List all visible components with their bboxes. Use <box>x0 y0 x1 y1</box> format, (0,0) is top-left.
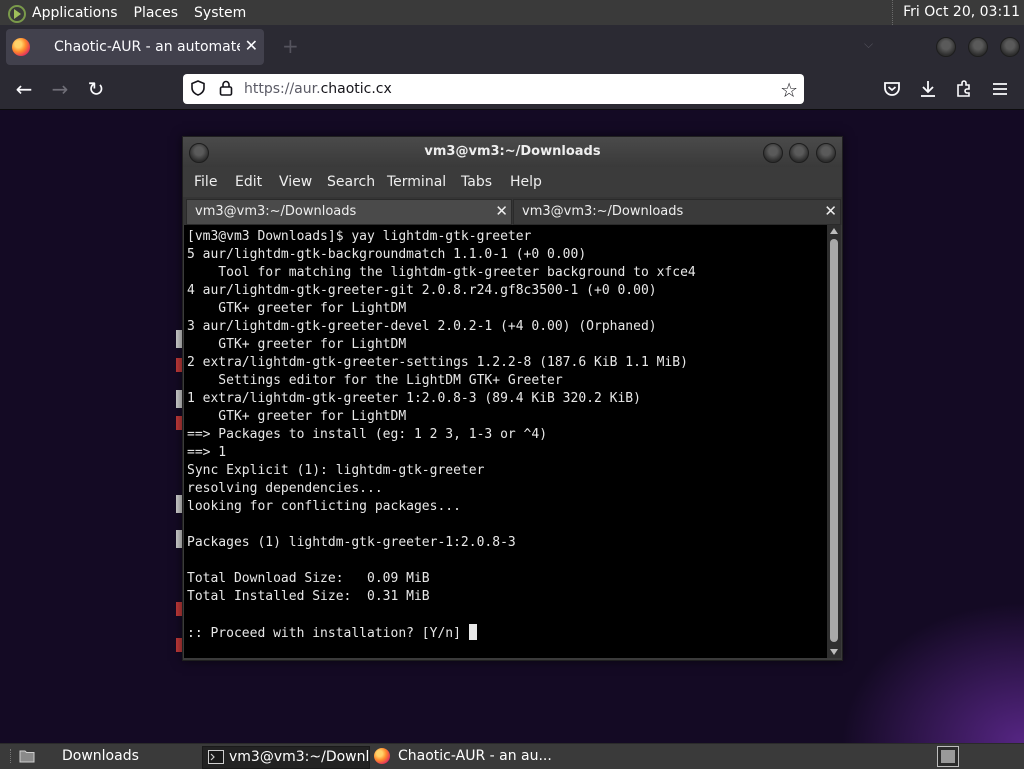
terminal-tab-1[interactable]: vm3@vm3:~/Downloads ✕ <box>186 199 512 225</box>
bookmark-star-icon[interactable]: ☆ <box>780 78 798 102</box>
minimize-button[interactable] <box>763 143 783 163</box>
show-desktop-button[interactable] <box>0 749 11 763</box>
terminal-line: Sync Explicit (1): lightdm-gtk-greeter <box>187 463 485 478</box>
terminal-line: Total Installed Size: 0.31 MiB <box>187 589 430 604</box>
terminal-tab-2[interactable]: vm3@vm3:~/Downloads ✕ <box>513 199 841 225</box>
terminal-scrollbar[interactable] <box>827 225 841 658</box>
folder-icon <box>19 750 35 763</box>
taskbar-item-label: vm3@vm3:~/Downl... <box>229 749 370 765</box>
browser-nav-bar: ← → ↻ https://aur.chaotic.cx ☆ <box>0 69 1024 110</box>
clock[interactable]: Fri Oct 20, 03:11 <box>892 0 1020 25</box>
terminal-line: resolving dependencies... <box>187 481 383 496</box>
terminal-line: Total Download Size: 0.09 MiB <box>187 571 430 586</box>
scroll-up-arrow-icon[interactable] <box>830 228 838 234</box>
forward-arrow-icon[interactable]: → <box>48 77 72 101</box>
url-prefix: https://aur. <box>244 81 321 97</box>
terminal-prompt: :: Proceed with installation? [Y/n] <box>187 626 469 641</box>
terminal-line: 1 extra/lightdm-gtk-greeter 1:2.0.8-3 (8… <box>187 391 641 406</box>
terminal-line: 4 aur/lightdm-gtk-greeter-git 2.0.8.r24.… <box>187 283 657 298</box>
terminal-output[interactable]: [vm3@vm3 Downloads]$ yay lightdm-gtk-gre… <box>184 225 827 658</box>
terminal-line: ==> Packages to install (eg: 1 2 3, 1-3 … <box>187 427 548 442</box>
bottom-panel: Downloads vm3@vm3:~/Downl... Chaotic-AUR… <box>0 743 1024 769</box>
terminal-line: 2 extra/lightdm-gtk-greeter-settings 1.2… <box>187 355 688 370</box>
terminal-line: Packages (1) lightdm-gtk-greeter-1:2.0.8… <box>187 535 516 550</box>
browser-tab-chaotic-aur[interactable]: Chaotic-AUR - an automated bu ✕ <box>6 29 264 65</box>
applications-menu[interactable]: Applications <box>32 5 118 21</box>
taskbar-item-firefox[interactable]: Chaotic-AUR - an au... <box>370 746 576 767</box>
maximize-button[interactable] <box>968 37 988 57</box>
close-icon[interactable]: ✕ <box>824 202 837 220</box>
firefox-icon <box>374 748 390 764</box>
terminal-line: [vm3@vm3 Downloads]$ yay lightdm-gtk-gre… <box>187 229 532 244</box>
menu-edit[interactable]: Edit <box>235 174 262 190</box>
url-domain: chaotic.cx <box>320 81 392 97</box>
menu-file[interactable]: File <box>194 174 217 190</box>
terminal-menubar: File Edit View Search Terminal Tabs Help <box>183 167 842 197</box>
back-arrow-icon[interactable]: ← <box>12 77 36 101</box>
taskbar-item-label: Chaotic-AUR - an au... <box>398 748 552 764</box>
taskbar-item-downloads[interactable]: Downloads <box>14 746 216 767</box>
scrollbar-thumb[interactable] <box>830 239 838 642</box>
url-bar[interactable]: https://aur.chaotic.cx ☆ <box>183 74 804 104</box>
download-icon[interactable] <box>916 77 940 101</box>
terminal-window[interactable]: vm3@vm3:~/Downloads File Edit View Searc… <box>182 136 843 661</box>
terminal-line: GTK+ greeter for LightDM <box>187 409 407 424</box>
close-icon[interactable]: ✕ <box>245 36 258 55</box>
extensions-puzzle-icon[interactable] <box>952 77 976 101</box>
workspace-switcher[interactable] <box>937 746 959 767</box>
terminal-titlebar[interactable]: vm3@vm3:~/Downloads <box>183 137 842 167</box>
terminal-line: ==> 1 <box>187 445 227 460</box>
terminal-text: [vm3@vm3 Downloads]$ yay lightdm-gtk-gre… <box>184 225 827 643</box>
close-window-button[interactable] <box>816 143 836 163</box>
pocket-icon[interactable] <box>880 77 904 101</box>
places-menu[interactable]: Places <box>134 5 179 21</box>
minimize-button[interactable] <box>936 37 956 57</box>
menu-terminal[interactable]: Terminal <box>387 174 446 190</box>
close-icon[interactable]: ✕ <box>495 202 508 220</box>
terminal-icon <box>208 750 224 764</box>
top-panel: Applications Places System Fri Oct 20, 0… <box>0 0 1024 26</box>
menu-search[interactable]: Search <box>327 174 375 190</box>
terminal-line: Settings editor for the LightDM GTK+ Gre… <box>187 373 563 388</box>
menu-help[interactable]: Help <box>510 174 542 190</box>
terminal-tab-label: vm3@vm3:~/Downloads <box>522 204 684 219</box>
taskbar-item-label: Downloads <box>62 748 139 764</box>
system-menu[interactable]: System <box>194 5 246 21</box>
terminal-line: looking for conflicting packages... <box>187 499 461 514</box>
hamburger-menu-icon[interactable] <box>988 77 1012 101</box>
menu-tabs[interactable]: Tabs <box>461 174 492 190</box>
close-window-button[interactable] <box>1000 37 1020 57</box>
scroll-down-arrow-icon[interactable] <box>830 649 838 655</box>
terminal-line: GTK+ greeter for LightDM <box>187 301 407 316</box>
new-tab-plus-icon[interactable]: + <box>282 34 299 58</box>
terminal-tab-bar: vm3@vm3:~/Downloads ✕ vm3@vm3:~/Download… <box>183 197 842 225</box>
terminal-line: 3 aur/lightdm-gtk-greeter-devel 2.0.2-1 … <box>187 319 657 334</box>
taskbar-item-terminal[interactable]: vm3@vm3:~/Downl... <box>202 746 370 769</box>
terminal-line: 5 aur/lightdm-gtk-backgroundmatch 1.1.0-… <box>187 247 587 262</box>
lock-icon[interactable] <box>219 80 233 96</box>
browser-tab-title: Chaotic-AUR - an automated bu <box>54 39 240 55</box>
shield-icon[interactable] <box>191 80 205 96</box>
firefox-tab-icon <box>12 38 30 56</box>
reload-icon[interactable]: ↻ <box>84 77 108 101</box>
terminal-line: GTK+ greeter for LightDM <box>187 337 407 352</box>
chevron-down-icon[interactable]: ⌵ <box>864 37 873 52</box>
terminal-cursor <box>468 624 477 640</box>
distro-menu-icon[interactable] <box>8 4 26 23</box>
url-text: https://aur.chaotic.cx <box>244 81 392 97</box>
browser-tab-strip: Chaotic-AUR - an automated bu ✕ + ⌵ <box>0 25 1024 69</box>
terminal-title: vm3@vm3:~/Downloads <box>424 144 601 159</box>
terminal-line: Tool for matching the lightdm-gtk-greete… <box>187 265 696 280</box>
menu-view[interactable]: View <box>279 174 312 190</box>
terminal-tab-label: vm3@vm3:~/Downloads <box>195 204 357 219</box>
maximize-button[interactable] <box>789 143 809 163</box>
